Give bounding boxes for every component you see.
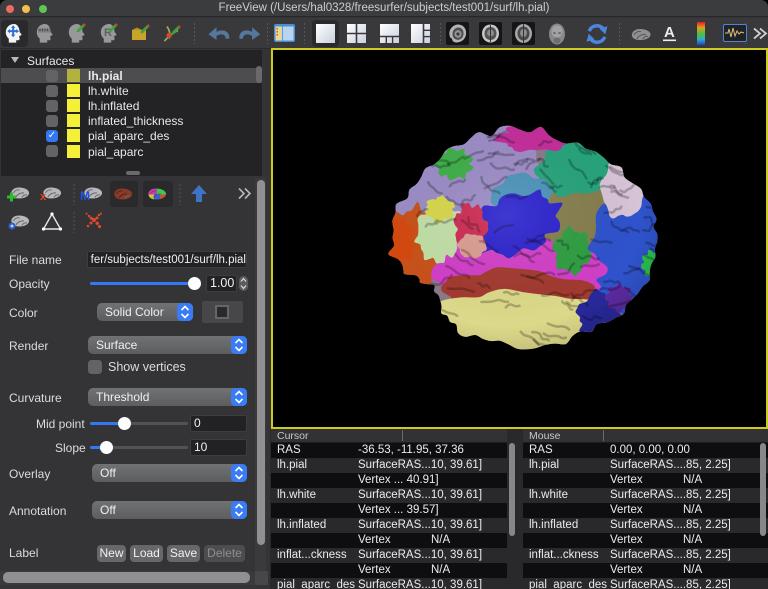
svg-text:M: M bbox=[80, 189, 90, 203]
svg-text:x: x bbox=[40, 191, 47, 203]
svg-text:A: A bbox=[664, 24, 675, 41]
